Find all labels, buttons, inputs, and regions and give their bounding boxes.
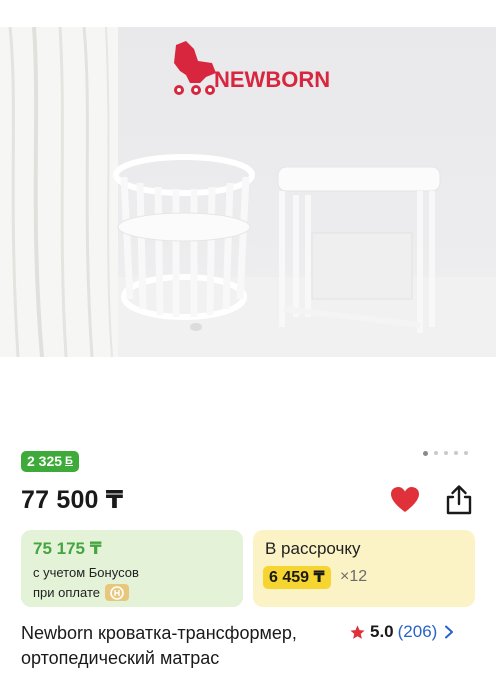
share-icon[interactable] bbox=[444, 484, 474, 516]
rating-score: 5.0 bbox=[370, 622, 394, 641]
rating-link[interactable]: 5.0 (206) bbox=[349, 622, 455, 642]
svg-text:NEWBORN: NEWBORN bbox=[214, 67, 330, 92]
heart-icon[interactable] bbox=[390, 486, 420, 514]
chevron-right-icon bbox=[445, 625, 454, 639]
bonus-note: с учетом Бонусов bbox=[33, 565, 139, 580]
product-price: 77 500 ₸ bbox=[21, 486, 124, 514]
bonus-payment-note: при оплате bbox=[33, 584, 129, 601]
bonus-price: 75 175 ₸ bbox=[33, 539, 102, 558]
installment-title: В рассрочку bbox=[265, 539, 361, 558]
bonus-badge: 2 325 Б bbox=[21, 451, 79, 472]
installment-multiplier: ×12 bbox=[340, 568, 368, 585]
product-title: Newborn кроватка-трансформер, ортопедиче… bbox=[21, 623, 297, 668]
installment-monthly: 6 459 ₸ bbox=[263, 566, 331, 589]
product-image[interactable]: NEWBORN bbox=[0, 27, 496, 357]
gallery-dot[interactable] bbox=[434, 451, 438, 455]
payment-note-text: при оплате bbox=[33, 585, 100, 600]
review-count[interactable]: (206) bbox=[398, 622, 438, 642]
bonus-price-card[interactable]: 75 175 ₸ с учетом Бонусов при оплате bbox=[21, 530, 243, 607]
gallery-dot[interactable] bbox=[454, 451, 458, 455]
gallery-dot[interactable] bbox=[423, 450, 428, 456]
installment-card[interactable]: В рассрочку 6 459 ₸ ×12 bbox=[253, 530, 475, 607]
gallery-dot[interactable] bbox=[464, 451, 468, 455]
gallery-pagination[interactable] bbox=[423, 450, 468, 456]
gallery-dot[interactable] bbox=[444, 451, 448, 455]
star-icon bbox=[350, 624, 365, 639]
bonus-symbol: Б bbox=[65, 455, 73, 467]
payment-logo-icon bbox=[104, 584, 129, 601]
brand-logo: NEWBORN bbox=[174, 41, 330, 95]
bonus-amount: 2 325 bbox=[27, 453, 63, 469]
